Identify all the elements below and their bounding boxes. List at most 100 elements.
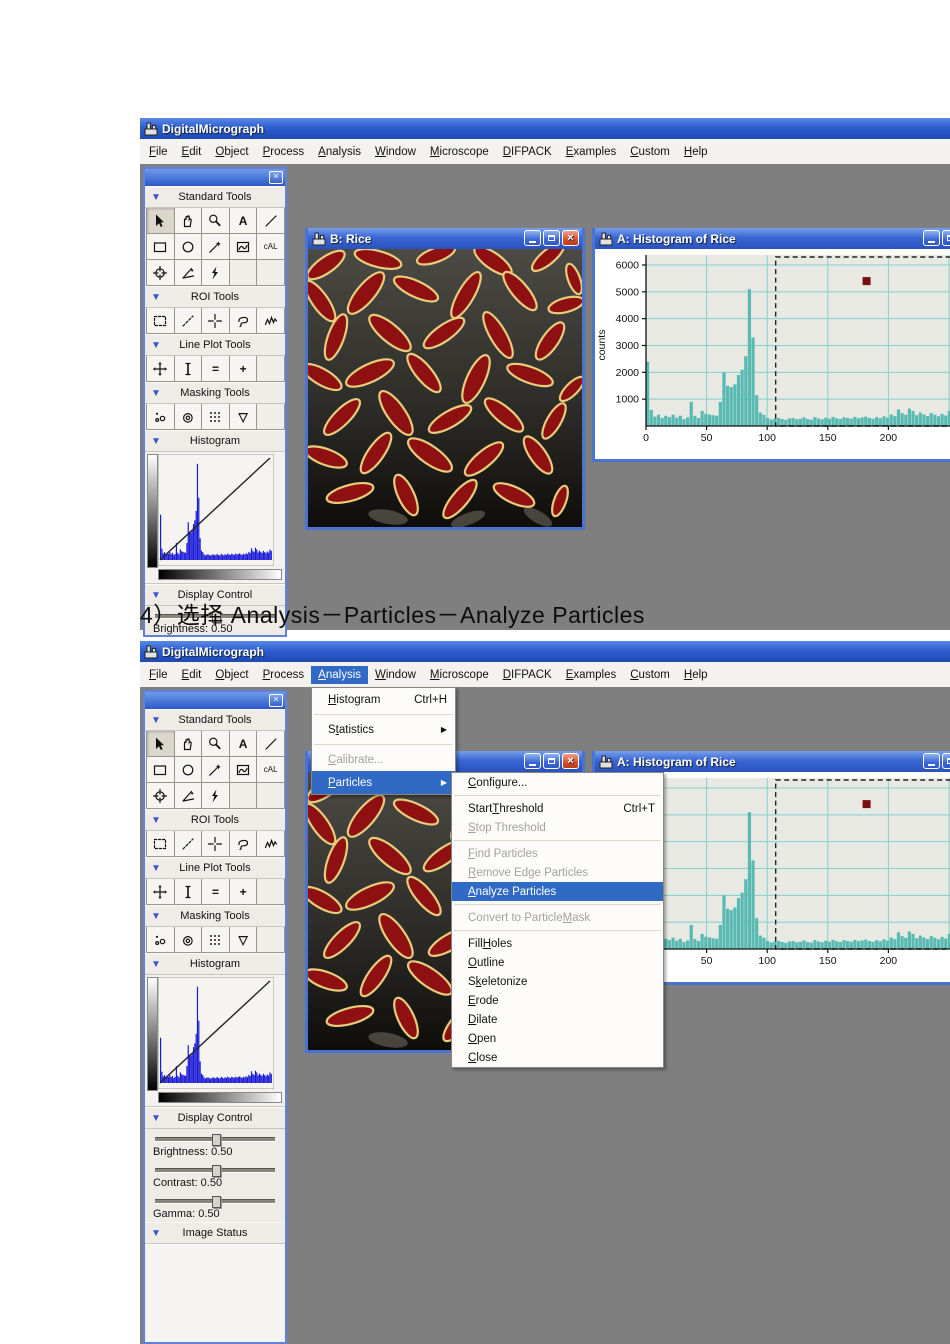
menu-edit[interactable]: Edit — [175, 143, 209, 161]
text-tool[interactable]: A — [228, 730, 258, 757]
roi-rect-tool[interactable] — [146, 307, 175, 334]
roi-point-tool[interactable] — [201, 307, 230, 334]
collapse-triangle-icon[interactable]: ▼ — [151, 1228, 161, 1239]
menu-microscope[interactable]: Microscope — [423, 143, 496, 161]
calibration-tool[interactable]: cAL — [256, 756, 285, 783]
hand-tool[interactable] — [173, 730, 203, 757]
wand-tool[interactable] — [201, 233, 230, 260]
collapse-triangle-icon[interactable]: ▼ — [151, 715, 161, 726]
menuitem-outline[interactable]: Outline — [452, 953, 663, 972]
roi-line-tool[interactable] — [173, 830, 203, 857]
menuitem-close[interactable]: Close — [452, 1048, 663, 1067]
maximize-button[interactable] — [543, 753, 560, 769]
collapse-triangle-icon[interactable]: ▼ — [151, 863, 161, 874]
slider[interactable] — [155, 1163, 275, 1177]
menuitem-histogram[interactable]: Histogram Ctrl+H — [312, 688, 455, 711]
double-slice-tool[interactable]: = — [201, 878, 230, 905]
menuitem-convert-to-particle-mask[interactable]: Convert to Particle Mask — [452, 908, 663, 927]
menuitem-configure[interactable]: Configure... — [452, 773, 663, 792]
pointer-tool[interactable] — [146, 207, 175, 234]
roi-curve-tool[interactable] — [256, 307, 285, 334]
palette-histogram[interactable] — [145, 452, 285, 584]
menu-examples[interactable]: Examples — [559, 666, 624, 684]
menuitem-open[interactable]: Open — [452, 1029, 663, 1048]
display-tool[interactable] — [228, 233, 258, 260]
section-header-histogram[interactable]: ▼ Histogram — [145, 953, 285, 975]
line-tool[interactable] — [256, 207, 285, 234]
menu-object[interactable]: Object — [208, 666, 255, 684]
app-title-bar[interactable]: DigitalMicrograph — [140, 641, 950, 662]
collapse-triangle-icon[interactable]: ▼ — [151, 388, 161, 399]
menu-process[interactable]: Process — [256, 666, 312, 684]
slider[interactable] — [155, 1194, 275, 1208]
histogram-window-title-bar[interactable]: A: Histogram of Rice — [595, 228, 950, 249]
angle-tool[interactable] — [173, 782, 203, 809]
menuitem-skeletonize[interactable]: Sk eletonize — [452, 972, 663, 991]
menuitem-analyze-particles[interactable]: Analyze Particles — [452, 882, 663, 901]
rice-image[interactable] — [308, 249, 582, 527]
section-header-image-status[interactable]: ▼ Image Status — [145, 1222, 285, 1244]
menu-analysis[interactable]: Analysis — [311, 665, 368, 684]
section-header-histogram[interactable]: ▼ Histogram — [145, 430, 285, 452]
menu-difpack[interactable]: DIFPACK — [496, 143, 559, 161]
maximize-button[interactable] — [942, 230, 950, 246]
calibration-tool[interactable]: cAL — [256, 233, 285, 260]
minimize-button[interactable] — [524, 230, 541, 246]
menu-process[interactable]: Process — [256, 143, 312, 161]
angle-tool[interactable] — [173, 259, 203, 286]
oval-tool[interactable] — [173, 756, 203, 783]
move-tool[interactable] — [146, 355, 175, 382]
wedge-mask-tool[interactable]: ▽ — [228, 403, 258, 430]
pointer-tool[interactable] — [146, 730, 175, 757]
bandpass-mask-tool[interactable]: ◎ — [173, 403, 203, 430]
app-title-bar[interactable]: DigitalMicrograph — [140, 118, 950, 139]
rice-window-title-bar[interactable]: B: Rice × — [308, 228, 582, 249]
collapse-triangle-icon[interactable]: ▼ — [151, 340, 161, 351]
wedge-mask-tool[interactable]: ▽ — [228, 926, 258, 953]
menuitem-statistics[interactable]: St atistics ▶ — [312, 718, 455, 741]
section-header-standard-tools[interactable]: ▼ Standard Tools — [145, 186, 285, 208]
palette-title-bar[interactable]: × — [145, 692, 285, 709]
line-tool[interactable] — [256, 730, 285, 757]
menu-difpack[interactable]: DIFPACK — [496, 666, 559, 684]
roi-curve-tool[interactable] — [256, 830, 285, 857]
palette-title-bar[interactable]: × — [145, 169, 285, 186]
single-slice-tool[interactable] — [173, 355, 203, 382]
roi-point-tool[interactable] — [201, 830, 230, 857]
bandpass-mask-tool[interactable]: ◎ — [173, 926, 203, 953]
menu-file[interactable]: File — [142, 666, 175, 684]
menu-edit[interactable]: Edit — [175, 666, 209, 684]
zoom-tool[interactable] — [201, 730, 230, 757]
menu-custom[interactable]: Custom — [623, 666, 677, 684]
slider-thumb[interactable] — [212, 1165, 221, 1177]
double-slice-tool[interactable]: = — [201, 355, 230, 382]
collapse-triangle-icon[interactable]: ▼ — [151, 959, 161, 970]
array-mask-tool[interactable] — [201, 403, 230, 430]
minimize-button[interactable] — [524, 753, 541, 769]
collapse-triangle-icon[interactable]: ▼ — [151, 1113, 161, 1124]
slider-thumb[interactable] — [212, 1196, 221, 1208]
close-icon[interactable]: × — [269, 694, 283, 707]
rect-tool[interactable] — [146, 756, 175, 783]
hand-tool[interactable] — [173, 207, 203, 234]
zoom-tool[interactable] — [201, 207, 230, 234]
minimize-button[interactable] — [923, 230, 940, 246]
move-tool[interactable] — [146, 878, 175, 905]
close-button[interactable]: × — [562, 230, 579, 246]
roi-lasso-tool[interactable] — [228, 307, 258, 334]
section-header-standard-tools[interactable]: ▼ Standard Tools — [145, 709, 285, 731]
section-header-line-plot-tools[interactable]: ▼ Line Plot Tools — [145, 334, 285, 356]
menu-window[interactable]: Window — [368, 666, 423, 684]
wand-tool[interactable] — [201, 756, 230, 783]
single-slice-tool[interactable] — [173, 878, 203, 905]
menu-examples[interactable]: Examples — [559, 143, 624, 161]
array-mask-tool[interactable] — [201, 926, 230, 953]
display-tool[interactable] — [228, 756, 258, 783]
menuitem-find-particles[interactable]: Find Particles — [452, 844, 663, 863]
rect-tool[interactable] — [146, 233, 175, 260]
maximize-button[interactable] — [543, 230, 560, 246]
lightning-tool[interactable] — [201, 782, 230, 809]
marker-tool[interactable]: + — [228, 355, 258, 382]
menuitem-erode[interactable]: Erode — [452, 991, 663, 1010]
section-header-masking-tools[interactable]: ▼ Masking Tools — [145, 382, 285, 404]
